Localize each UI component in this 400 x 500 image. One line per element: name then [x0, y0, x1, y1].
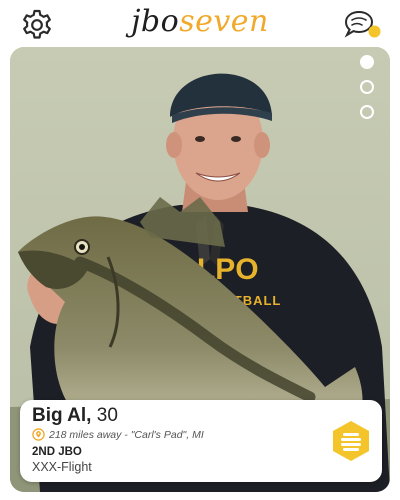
jbo-level: 2ND JBO: [32, 446, 82, 458]
profile-name: Big Al,: [32, 405, 92, 426]
hive-hexagon-icon[interactable]: [330, 420, 372, 462]
flight-group: XXX-Flight: [32, 460, 92, 474]
app-logo: jboseven: [0, 4, 400, 40]
photo-pagination: [360, 55, 376, 130]
logo-part-seven: seven: [179, 4, 269, 39]
location-pin-icon: [32, 428, 45, 441]
photo-dot-3[interactable]: [360, 105, 374, 119]
photo-dot-2[interactable]: [360, 80, 374, 94]
logo-part-jbo: jbo: [131, 4, 180, 39]
distance-row: 218 miles away - "Carl's Pad", MI: [32, 428, 204, 441]
photo-dot-1[interactable]: [360, 55, 374, 69]
distance-text: 218 miles away - "Carl's Pad", MI: [49, 428, 204, 441]
chat-bubble-icon[interactable]: [342, 9, 382, 41]
profile-info-card[interactable]: Big Al, 30 218 miles away - "Carl's Pad"…: [20, 400, 382, 482]
profile-age: 30: [96, 405, 118, 426]
top-bar: jboseven: [0, 0, 400, 46]
name-age-row: Big Al, 30: [32, 405, 118, 427]
